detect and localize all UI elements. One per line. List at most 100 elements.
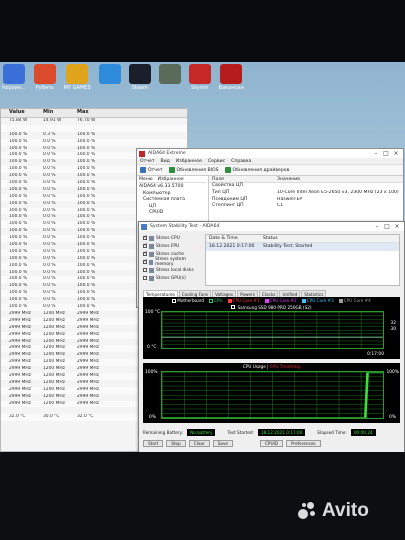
- checkbox[interactable]: [143, 242, 148, 248]
- tab-menu[interactable]: Меню: [139, 177, 153, 182]
- graph-tab[interactable]: Cooling Fans: [178, 290, 212, 297]
- graph-tab[interactable]: Temperatures: [143, 290, 178, 297]
- legend-swatch[interactable]: [264, 298, 269, 303]
- ssd-legend: Samsung SSD 980 PRO 250GB (S2): [143, 305, 400, 310]
- save-button[interactable]: Save: [212, 439, 233, 447]
- legend-swatch[interactable]: [301, 298, 306, 303]
- desktop-shortcut[interactable]: Корзин...: [2, 64, 26, 104]
- column-min[interactable]: Min: [43, 109, 77, 117]
- sensor-min: 1200 MHz: [43, 310, 65, 316]
- sensor-row[interactable]: [1, 124, 187, 132]
- close-icon[interactable]: ×: [391, 150, 401, 157]
- menu-view[interactable]: Вид: [161, 159, 170, 164]
- start-button[interactable]: Start: [143, 439, 164, 447]
- avito-watermark: Avito: [298, 500, 369, 522]
- minimize-icon[interactable]: –: [372, 223, 382, 230]
- stress-option[interactable]: Stress FPU: [143, 242, 199, 250]
- close-icon[interactable]: ×: [392, 223, 402, 230]
- temp-right-bottom: 30: [390, 327, 396, 332]
- aida64-titlebar[interactable]: AIDA64 Extreme – □ ×: [137, 149, 403, 158]
- checkbox[interactable]: [143, 234, 148, 240]
- minimize-icon[interactable]: –: [371, 150, 381, 157]
- desktop-shortcut[interactable]: Steam: [128, 64, 151, 104]
- column-max[interactable]: Max: [77, 109, 111, 117]
- preferences-button[interactable]: Preferences: [285, 439, 321, 447]
- menu-favorites[interactable]: Избранное: [176, 159, 202, 164]
- graph-tab[interactable]: Powers: [237, 290, 258, 297]
- sensor-value: 100.0 %: [9, 159, 28, 165]
- sensor-min: 0.0 %: [43, 214, 56, 220]
- sensor-max: 100.0 %: [77, 173, 96, 179]
- desktop-shortcut[interactable]: Вакансии: [219, 64, 244, 104]
- component-icon: [149, 243, 154, 249]
- column-value[interactable]: Значение: [277, 176, 403, 182]
- monitor-bezel-top: [0, 0, 405, 62]
- legend-item[interactable]: Motherboard: [172, 298, 204, 303]
- stress-option[interactable]: Stress GPU(s): [143, 274, 199, 282]
- report-button[interactable]: Отчет: [140, 167, 163, 173]
- sensor-value: 100.0 %: [9, 214, 28, 220]
- property-row[interactable]: Степпинг ЦП C1: [209, 203, 403, 210]
- stop-button[interactable]: Stop: [166, 439, 186, 447]
- desktop-shortcut[interactable]: Skyrim: [188, 64, 211, 104]
- tree-item-root[interactable]: AIDA64 v6.33.5700: [139, 184, 206, 191]
- desktop-shortcut[interactable]: [158, 64, 181, 104]
- legend-item[interactable]: CPU: [209, 298, 223, 303]
- clear-button[interactable]: Clear: [188, 439, 210, 447]
- stability-titlebar[interactable]: System Stability Test - AIDA64 – □ ×: [139, 222, 404, 231]
- menu-help[interactable]: Справка: [231, 159, 251, 164]
- checkbox[interactable]: [143, 258, 147, 264]
- graph-tab[interactable]: Voltages: [212, 290, 237, 297]
- property-row[interactable]: Тип ЦП 10-Core Intel Xeon E5-2650 v3, 230…: [209, 190, 403, 197]
- stress-option[interactable]: Stress local disks: [143, 266, 199, 274]
- legend-swatch[interactable]: [172, 298, 177, 303]
- desktop-shortcut[interactable]: MY GAMES: [64, 64, 91, 104]
- menu-report[interactable]: Отчет: [140, 159, 155, 164]
- stress-option[interactable]: Stress CPU: [143, 234, 199, 242]
- column-field[interactable]: Поле: [209, 176, 277, 182]
- stability-test-window[interactable]: System Stability Test - AIDA64 – □ × Str…: [138, 221, 405, 452]
- sensor-row[interactable]: 100.0 % 0.0 % 100.0 %: [1, 138, 187, 146]
- avito-logo-icon: [298, 502, 318, 520]
- stress-option[interactable]: Stress system memory: [143, 257, 199, 267]
- desktop-shortcut[interactable]: [98, 64, 121, 104]
- cpuid-button[interactable]: CPUID: [260, 439, 283, 447]
- graph-tab[interactable]: Statistics: [301, 290, 327, 297]
- tab-favorites[interactable]: Избранное: [158, 177, 184, 182]
- sensor-value: [9, 125, 43, 132]
- sensor-row[interactable]: 100.0 % 0.3 % 100.0 %: [1, 132, 187, 139]
- sensor-value: 100.0 %: [9, 200, 28, 206]
- legend-label: CPU: [214, 298, 223, 303]
- driver-update-button[interactable]: Обновления драйверов: [224, 167, 289, 173]
- legend-item[interactable]: CPU Core #1: [227, 298, 260, 303]
- checkbox[interactable]: [143, 250, 148, 256]
- legend-swatch[interactable]: [209, 298, 214, 303]
- legend-label: CPU Core #2: [269, 298, 297, 303]
- legend-swatch[interactable]: [231, 305, 236, 309]
- menu-service[interactable]: Сервис: [208, 159, 225, 164]
- tree-item-motherboard[interactable]: Системная плата: [139, 197, 206, 204]
- checkbox[interactable]: [143, 268, 147, 272]
- tree-item-cpuid[interactable]: CPUID: [139, 210, 206, 217]
- legend-item[interactable]: CPU Core #2: [264, 298, 297, 303]
- legend-item[interactable]: CPU Core #3: [301, 298, 334, 303]
- maximize-icon[interactable]: □: [382, 223, 392, 230]
- legend-swatch[interactable]: [227, 298, 232, 303]
- graph-tab[interactable]: Clocks: [258, 290, 279, 297]
- bios-update-button[interactable]: Обновления BIOS: [168, 167, 219, 173]
- status-row[interactable]: 18.12.2021 0:17:00 Stability Test: Start…: [206, 243, 399, 251]
- graph-tab[interactable]: Unified: [279, 290, 301, 297]
- maximize-icon[interactable]: □: [381, 150, 391, 157]
- sensor-value: 2999 MHz: [9, 400, 31, 406]
- legend-swatch[interactable]: [338, 298, 343, 303]
- desktop-shortcut[interactable]: Рубить: [33, 64, 56, 104]
- column-value[interactable]: Value: [9, 109, 43, 117]
- sensor-value: 2999 MHz: [9, 317, 31, 323]
- sensor-min: 0.0 %: [43, 228, 56, 234]
- property-value: C1: [277, 203, 284, 209]
- property-row[interactable]: Свойства ЦП: [209, 183, 403, 190]
- checkbox[interactable]: [143, 276, 147, 280]
- ssd-legend-label: Samsung SSD 980 PRO 250GB (S2): [237, 305, 312, 310]
- legend-item[interactable]: CPU Core #4: [338, 298, 371, 303]
- sensor-row[interactable]: 75.84 W 14.91 W 76.70 W: [1, 118, 187, 125]
